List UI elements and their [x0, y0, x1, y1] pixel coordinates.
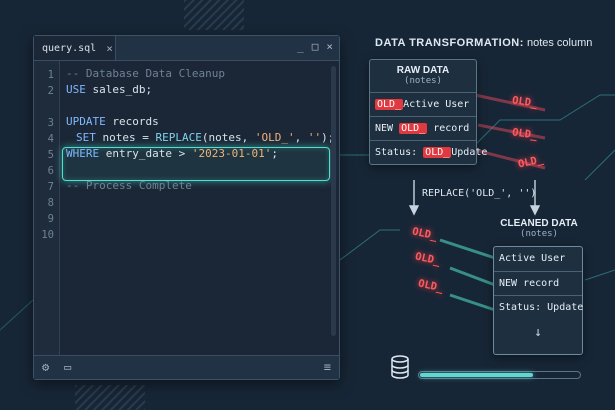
old-token: OLD_ — [399, 123, 428, 134]
cleaned-row: NEW record — [494, 271, 582, 295]
progress-bar-fill — [420, 373, 533, 377]
hatch-decoration — [75, 385, 145, 410]
line-number-active: 3 — [47, 117, 54, 129]
cleaned-data-header: CLEANED DATA (notes) — [495, 218, 583, 239]
raw-row: OLD_ Active User — [370, 92, 476, 116]
tab-close-icon[interactable]: × — [106, 42, 113, 55]
window-controls: _ □ × — [297, 40, 333, 53]
gear-icon[interactable]: ⚙ — [42, 360, 49, 374]
close-icon[interactable]: × — [326, 40, 333, 53]
hatch-decoration — [184, 0, 244, 30]
cleaned-data-subtitle: (notes) — [520, 229, 558, 239]
menu-lines-icon[interactable]: ≡ — [324, 360, 331, 374]
cleaned-row: Active User — [499, 253, 566, 264]
line-number: 2 — [47, 85, 54, 97]
line-number: 8 — [47, 197, 54, 209]
cleaned-data-card: Active User NEW record Status: Update ↓ — [493, 246, 583, 355]
vertical-scrollbar[interactable] — [331, 66, 336, 336]
raw-data-title: RAW DATA — [396, 65, 450, 76]
line-number: 6 — [47, 165, 54, 177]
line-number: 9 — [47, 213, 54, 225]
raw-row: NEW OLD_ record — [370, 116, 476, 140]
old-token: OLD_ — [423, 147, 452, 158]
line-number-gutter: 1 2 3 4 5 6 7 8 9 10 — [34, 61, 60, 355]
raw-row: Status: OLD_ Update — [370, 140, 487, 164]
line-number: 1 — [47, 69, 54, 81]
cleaned-data-title: CLEANED DATA — [500, 218, 578, 229]
replace-operation-label: REPLACE('OLD_', '') — [422, 188, 537, 199]
status-bar: ⚙ ▭ ≡ — [34, 355, 339, 379]
code-line-7: -- Process Complete — [66, 179, 192, 192]
panel-title: DATA TRANSFORMATION: notes column — [375, 37, 593, 49]
tab-query-sql[interactable]: query.sql × — [34, 36, 116, 60]
code-line-1: -- Database Data Cleanup — [66, 67, 225, 80]
line-number: 10 — [41, 229, 54, 241]
down-arrow-icon: ↓ — [534, 325, 542, 340]
line-number: 5 — [47, 149, 54, 161]
tab-label: query.sql — [42, 42, 97, 54]
line-number: 4 — [47, 133, 54, 145]
maximize-icon[interactable]: □ — [312, 40, 319, 53]
tab-bar: query.sql × _ □ × — [34, 36, 339, 61]
code-line-2: USE sales_db; — [66, 83, 153, 96]
raw-data-card: RAW DATA (notes) OLD_ Active User NEW OLD… — [369, 59, 487, 165]
terminal-icon[interactable]: ▭ — [64, 360, 71, 374]
progress-bar — [418, 371, 581, 379]
code-line-4: SET notes = REPLACE(notes, 'OLD_', ''); — [76, 131, 335, 144]
code-line-5: WHERE entry_date > '2023-01-01'; — [66, 147, 278, 160]
raw-data-subtitle: (notes) — [404, 76, 442, 86]
old-token: OLD_ — [375, 99, 404, 110]
sql-editor-window: query.sql × _ □ × 1 2 3 4 5 6 7 8 9 10 -… — [33, 35, 340, 380]
line-number: 7 — [47, 181, 54, 193]
cleaned-row: Status: Update — [494, 295, 583, 319]
code-line-3: UPDATE records — [66, 115, 159, 128]
minimize-icon[interactable]: _ — [297, 40, 304, 53]
database-icon — [391, 355, 409, 379]
